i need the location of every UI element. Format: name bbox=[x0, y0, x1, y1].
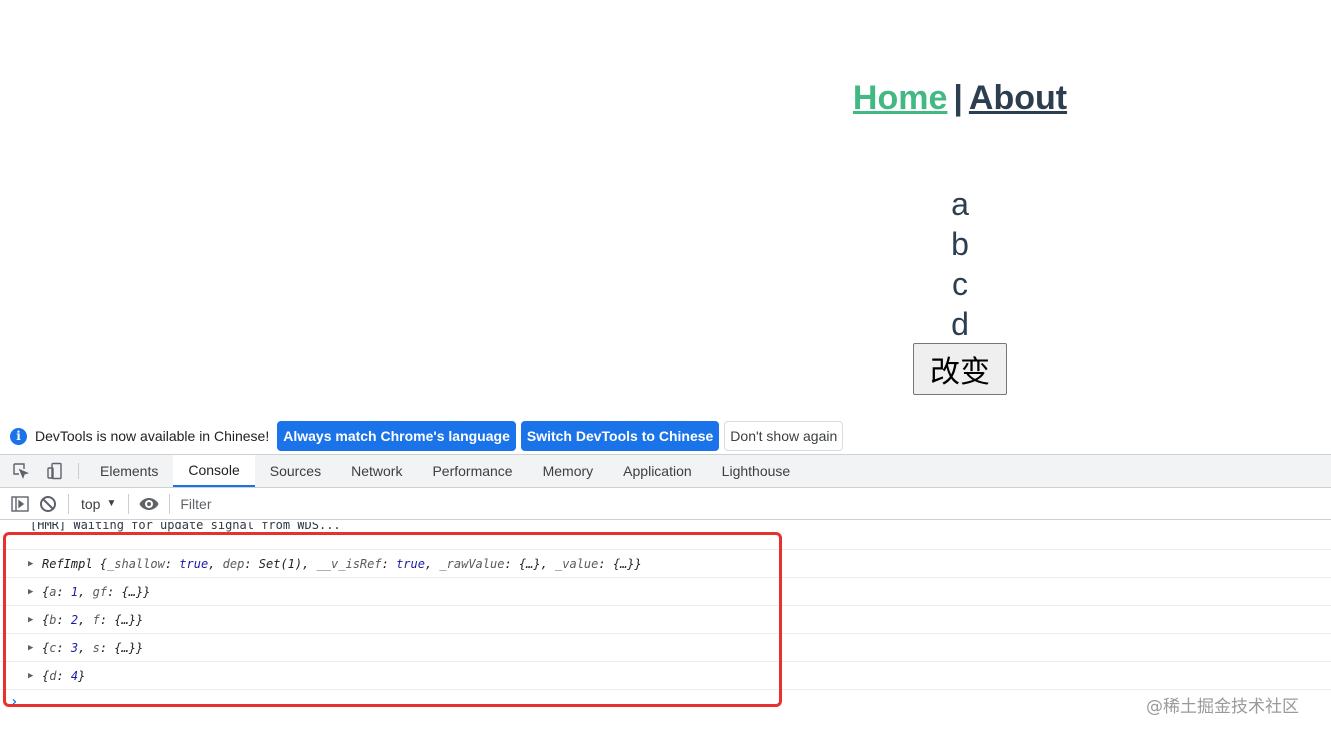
tab-application[interactable]: Application bbox=[608, 455, 707, 487]
object-preview[interactable]: {d: 4} bbox=[42, 669, 85, 683]
expand-arrow-icon[interactable]: ▶ bbox=[28, 615, 40, 625]
letter-d: d bbox=[951, 306, 969, 342]
tab-elements[interactable]: Elements bbox=[85, 455, 173, 487]
tab-performance[interactable]: Performance bbox=[417, 455, 527, 487]
eye-icon[interactable] bbox=[135, 490, 163, 518]
object-preview[interactable]: {b: 2, f: {…}} bbox=[42, 613, 143, 627]
console-prompt[interactable]: › bbox=[0, 690, 1331, 714]
expand-arrow-icon[interactable]: ▶ bbox=[28, 559, 40, 569]
info-icon: i bbox=[10, 427, 27, 445]
tab-sources[interactable]: Sources bbox=[255, 455, 336, 487]
tab-lighthouse[interactable]: Lighthouse bbox=[707, 455, 806, 487]
object-preview[interactable]: RefImpl {_shallow: true, dep: Set(1), __… bbox=[42, 557, 642, 571]
nav-home-link[interactable]: Home bbox=[853, 79, 947, 117]
device-toolbar-icon[interactable] bbox=[38, 455, 72, 487]
letter-b: b bbox=[951, 226, 969, 262]
sidebar-toggle-icon[interactable] bbox=[6, 490, 34, 518]
console-message-object-d[interactable]: ▶ {d: 4} bbox=[0, 662, 1331, 690]
console-message-hmr: [HMR] Waiting for update signal from WDS… bbox=[0, 522, 1331, 550]
console-log: [HMR] Waiting for update signal from WDS… bbox=[0, 522, 1331, 714]
change-button[interactable]: 改变 bbox=[913, 343, 1007, 395]
language-infobar: i DevTools is now available in Chinese! … bbox=[0, 418, 1331, 454]
context-selector-value: top bbox=[81, 495, 101, 512]
toolbar-divider bbox=[128, 493, 130, 514]
dont-show-again-button[interactable]: Don't show again bbox=[724, 421, 844, 451]
chevron-down-icon: ▼ bbox=[106, 498, 117, 509]
nav-about-link[interactable]: About bbox=[969, 79, 1067, 117]
letter-list: a b c d bbox=[900, 184, 1020, 344]
toolbar-divider bbox=[68, 493, 69, 514]
expand-arrow-icon[interactable]: ▶ bbox=[28, 587, 40, 597]
context-selector[interactable]: top ▼ bbox=[75, 496, 122, 512]
expand-arrow-icon[interactable]: ▶ bbox=[28, 671, 40, 681]
nav-separator: | bbox=[953, 79, 963, 117]
console-message-refimpl[interactable]: ▶ RefImpl {_shallow: true, dep: Set(1), _… bbox=[0, 550, 1331, 578]
letter-c: c bbox=[952, 266, 968, 302]
console-message-object-c[interactable]: ▶ {c: 3, s: {…}} bbox=[0, 634, 1331, 662]
prompt-chevron-icon: › bbox=[10, 694, 19, 710]
devtools-tabbar: Elements Console Sources Network Perform… bbox=[0, 454, 1331, 488]
clear-console-icon[interactable] bbox=[34, 490, 62, 518]
expand-arrow-icon[interactable]: ▶ bbox=[28, 643, 40, 653]
tabbar-divider bbox=[78, 463, 79, 479]
console-message-object-a[interactable]: ▶ {a: 1, gf: {…}} bbox=[0, 578, 1331, 606]
app-page: Home | About a b c d 改变 bbox=[0, 0, 1331, 418]
switch-to-chinese-button[interactable]: Switch DevTools to Chinese bbox=[520, 421, 720, 451]
tab-console[interactable]: Console bbox=[173, 455, 255, 487]
console-toolbar: top ▼ bbox=[0, 488, 1331, 520]
devtools-panel: i DevTools is now available in Chinese! … bbox=[0, 418, 1331, 735]
watermark: @稀土掘金技术社区 bbox=[1146, 697, 1299, 717]
filter-input[interactable] bbox=[180, 491, 581, 516]
tab-memory[interactable]: Memory bbox=[528, 455, 609, 487]
inspect-element-icon[interactable] bbox=[4, 455, 38, 487]
always-match-language-button[interactable]: Always match Chrome's language bbox=[277, 421, 516, 451]
letter-a: a bbox=[951, 186, 969, 222]
hmr-message-text: [HMR] Waiting for update signal from WDS… bbox=[30, 522, 341, 532]
console-message-object-b[interactable]: ▶ {b: 2, f: {…}} bbox=[0, 606, 1331, 634]
tab-network[interactable]: Network bbox=[336, 455, 417, 487]
nav-bar: Home | About bbox=[0, 78, 1331, 118]
object-preview[interactable]: {c: 3, s: {…}} bbox=[42, 641, 143, 655]
infobar-message: DevTools is now available in Chinese! bbox=[35, 428, 270, 444]
object-preview[interactable]: {a: 1, gf: {…}} bbox=[42, 585, 150, 599]
toolbar-divider bbox=[169, 493, 171, 514]
